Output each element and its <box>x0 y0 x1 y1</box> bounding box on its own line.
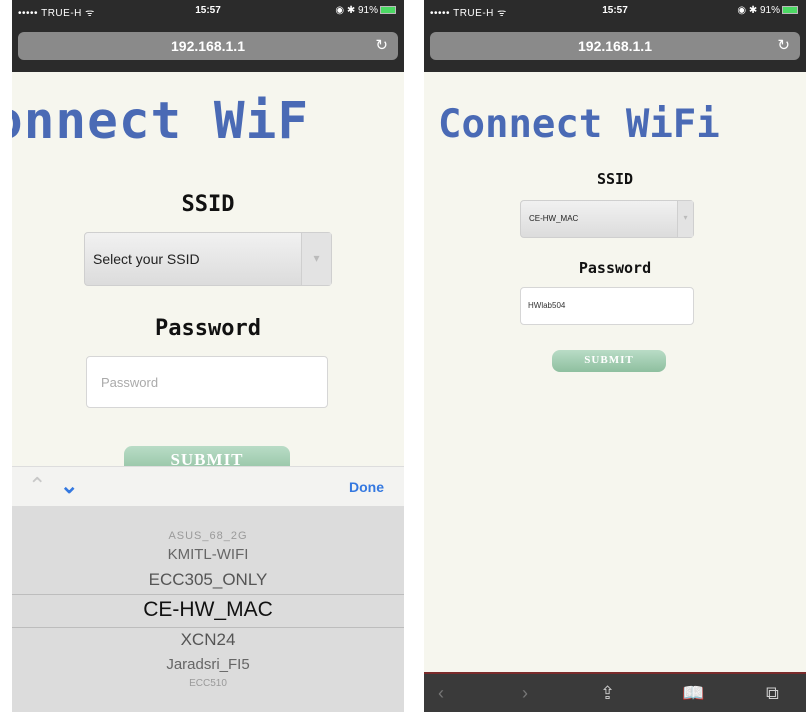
ssid-select-value: CE-HW_MAC <box>529 214 579 223</box>
share-icon[interactable]: ⇪ <box>600 683 615 704</box>
picker-toolbar: ⌃ ⌄ Done <box>12 466 404 506</box>
status-bar: ••••• TRUE-H ᯤ 15:57 ◉ ✱ 91% <box>424 0 806 22</box>
bookmarks-icon[interactable]: 📖 <box>682 683 704 704</box>
phone-screen-right: ••••• TRUE-H ᯤ 15:57 ◉ ✱ 91% 192.168.1.1… <box>424 0 806 712</box>
ssid-select[interactable]: CE-HW_MAC ▾ <box>520 200 694 238</box>
carrier-signal: ••••• TRUE-H ᯤ <box>18 8 95 19</box>
submit-button[interactable]: SUBMIT <box>552 350 666 372</box>
reload-icon[interactable]: ↻ <box>375 36 388 54</box>
battery-label: ◉ ✱ 91% <box>335 5 378 16</box>
ssid-label: SSID <box>181 192 235 217</box>
picker-done-button[interactable]: Done <box>349 479 384 495</box>
phone-screen-left: ••••• TRUE-H ᯤ 15:57 ◉ ✱ 91% 192.168.1.1… <box>12 0 404 712</box>
carrier-signal: ••••• TRUE-H ᯤ <box>430 8 507 19</box>
url-text: 192.168.1.1 <box>578 38 652 54</box>
password-input[interactable]: HWlab504 <box>520 287 694 325</box>
picker-option-selected[interactable]: CE-HW_MAC <box>12 598 404 622</box>
url-field[interactable]: 192.168.1.1 ↻ <box>18 32 398 60</box>
password-placeholder: Password <box>101 375 159 390</box>
ssid-label: SSID <box>596 170 634 188</box>
ssid-picker-wheel[interactable]: ASUS_68_2G KMITL-WIFI ECC305_ONLY CE-HW_… <box>12 506 404 712</box>
chevron-down-icon: ▾ <box>677 201 693 237</box>
ssid-select[interactable]: Select your SSID ▾ <box>84 232 332 286</box>
battery-status: ◉ ✱ 91% <box>737 5 798 16</box>
browser-address-bar: 192.168.1.1 ↻ <box>424 22 806 72</box>
url-field[interactable]: 192.168.1.1 ↻ <box>430 32 800 60</box>
browser-toolbar: ‹ › ⇪ 📖 ⧉ <box>424 672 806 712</box>
picker-option[interactable]: ASUS_68_2G <box>12 530 404 542</box>
page-title: onnect WiF <box>12 92 310 151</box>
picker-option[interactable]: ECC510 <box>12 678 404 689</box>
password-label: Password <box>155 316 261 341</box>
battery-icon <box>380 6 396 15</box>
battery-icon <box>782 6 798 15</box>
picker-option[interactable]: ECC305_ONLY <box>12 570 404 590</box>
back-icon[interactable]: ‹ <box>438 683 444 704</box>
ssid-select-value: Select your SSID <box>93 251 200 267</box>
browser-address-bar: 192.168.1.1 ↻ <box>12 22 404 72</box>
clock: 15:57 <box>195 5 221 16</box>
battery-label: ◉ ✱ 91% <box>737 5 780 16</box>
clock: 15:57 <box>602 5 628 16</box>
reload-icon[interactable]: ↻ <box>777 36 790 54</box>
url-text: 192.168.1.1 <box>171 38 245 54</box>
password-input[interactable]: Password <box>86 356 328 408</box>
status-bar: ••••• TRUE-H ᯤ 15:57 ◉ ✱ 91% <box>12 0 404 22</box>
password-label: Password <box>578 259 652 277</box>
picker-option[interactable]: KMITL-WIFI <box>12 546 404 563</box>
chevron-up-icon[interactable]: ⌃ <box>28 473 46 499</box>
chevron-down-icon: ▾ <box>301 233 331 285</box>
forward-icon[interactable]: › <box>522 683 528 704</box>
page-title: Connect WiFi <box>438 102 720 147</box>
battery-status: ◉ ✱ 91% <box>335 5 396 16</box>
tabs-icon[interactable]: ⧉ <box>766 683 779 704</box>
chevron-down-icon[interactable]: ⌄ <box>60 473 78 499</box>
picker-option[interactable]: XCN24 <box>12 630 404 650</box>
picker-option[interactable]: Jaradsri_FI5 <box>12 656 404 673</box>
password-value: HWlab504 <box>528 301 566 310</box>
